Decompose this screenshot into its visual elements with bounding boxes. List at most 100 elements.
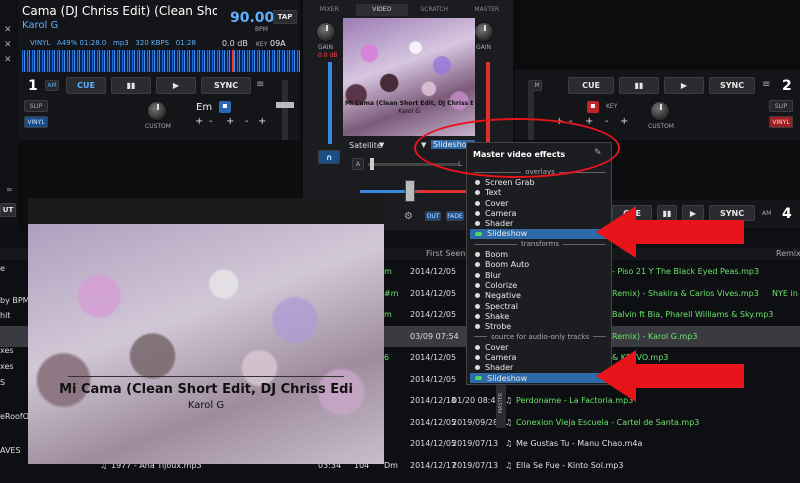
row-first-seen: 2014/12/05: [410, 267, 457, 277]
pause-button[interactable]: ▮▮: [619, 77, 659, 94]
gain-knob-right[interactable]: [474, 22, 494, 42]
lock-icon[interactable]: ▪: [219, 101, 231, 113]
fade-button[interactable]: FADE: [446, 211, 464, 221]
menu-item[interactable]: Cover: [470, 198, 610, 208]
close-icon[interactable]: ✕: [4, 25, 12, 35]
slip-button[interactable]: SLIP: [769, 100, 793, 112]
lock-icon[interactable]: ▪: [587, 101, 599, 113]
menu-item[interactable]: Camera: [470, 352, 610, 362]
annotation-arrow-head: [596, 206, 636, 258]
sync-button[interactable]: SYNC: [709, 77, 755, 94]
bullet-icon: [475, 252, 480, 258]
minus-icon[interactable]: -: [605, 116, 609, 127]
sync-button[interactable]: SYNC: [709, 205, 755, 221]
minus-icon[interactable]: -: [209, 116, 213, 127]
out-button[interactable]: UT: [0, 203, 16, 217]
menu-item-label: Shader: [485, 363, 514, 373]
deck-right-number: 2: [782, 78, 792, 94]
slip-button[interactable]: SLIP: [24, 100, 48, 112]
row-title: Remix) - Shakira & Carlos Vives.mp3: [612, 288, 759, 298]
column-first-seen[interactable]: First Seen: [426, 249, 465, 258]
menu-item[interactable]: Text: [470, 188, 610, 198]
menu-item[interactable]: Slideshow: [470, 228, 610, 240]
menu-item[interactable]: Cover: [470, 342, 610, 352]
headphones-icon[interactable]: ∩: [318, 150, 340, 164]
sync-button[interactable]: SYNC: [201, 77, 251, 94]
menu-item[interactable]: Screen Grab: [470, 177, 610, 187]
cue-button[interactable]: CUE: [66, 77, 106, 94]
minus-icon[interactable]: -: [245, 116, 249, 127]
pitch-slider-handle[interactable]: [276, 102, 294, 108]
menu-item[interactable]: Boom Auto: [470, 260, 610, 270]
play-button[interactable]: ▶: [156, 77, 196, 94]
custom-knob[interactable]: [650, 101, 670, 121]
video-crossfader-handle[interactable]: [370, 158, 374, 170]
video-window-artist: Karol G: [187, 400, 225, 411]
tab-master[interactable]: MASTER: [461, 4, 514, 16]
music-note-icon: ♫: [505, 439, 513, 449]
gain-label-right: GAIN: [476, 44, 492, 51]
menu-item-label: Spectral: [485, 301, 519, 311]
pause-button[interactable]: ▮▮: [111, 77, 151, 94]
plus-icon[interactable]: +: [195, 116, 203, 127]
vinyl-button[interactable]: VINYL: [24, 116, 48, 128]
tab-mixer[interactable]: MIXER: [303, 4, 356, 16]
video-window-titlebar[interactable]: [28, 198, 384, 224]
music-note-icon: ♫: [505, 396, 513, 406]
play-button[interactable]: ▶: [682, 205, 704, 221]
menu-item[interactable]: Strobe: [470, 322, 610, 332]
custom-knob[interactable]: [147, 101, 167, 121]
crossfader[interactable]: [360, 190, 470, 193]
menu-icon[interactable]: ≡: [762, 79, 770, 90]
menu-item[interactable]: Blur: [470, 270, 610, 280]
crossfader-handle[interactable]: [405, 180, 415, 202]
plus-icon[interactable]: +: [226, 116, 234, 127]
deck-left-bpm: 90.00: [230, 10, 275, 26]
side-tab-master[interactable]: MASTER: [496, 380, 506, 428]
menu-item[interactable]: Slideshow: [470, 373, 610, 384]
menu-item[interactable]: Camera: [470, 208, 610, 218]
annotation-arrow-head: [596, 350, 636, 402]
bullet-icon: [475, 262, 480, 268]
column-remix[interactable]: Remix: [776, 249, 800, 258]
bullet-icon: [475, 293, 480, 299]
menu-item[interactable]: Shake: [470, 311, 610, 321]
menu-item[interactable]: Shader: [470, 219, 610, 229]
gain-knob-left[interactable]: [316, 22, 336, 42]
play-button[interactable]: ▶: [664, 77, 704, 94]
tab-scratch[interactable]: SCRATCH: [408, 4, 461, 16]
mixer-tabs: MIXER VIDEO SCRATCH MASTER: [303, 4, 513, 16]
video-window-overlay: [28, 224, 384, 464]
chevron-down-icon[interactable]: ▼: [379, 141, 384, 149]
out-button[interactable]: OUT: [425, 211, 441, 221]
source-left-select[interactable]: Satellite: [349, 141, 382, 150]
row-first-seen: 2014/12/05: [410, 374, 457, 384]
cue-button[interactable]: CUE: [568, 77, 614, 94]
menu-item-label: Slideshow: [487, 373, 528, 383]
volume-fader-left[interactable]: [328, 62, 332, 144]
tap-button[interactable]: TAP: [273, 10, 297, 24]
pitch-slider[interactable]: [282, 80, 288, 140]
tab-video[interactable]: VIDEO: [355, 4, 408, 16]
close-icon[interactable]: ✕: [4, 40, 12, 50]
video-window[interactable]: Mi Cama (Clean Short Edit, DJ Chriss Edi…: [28, 198, 384, 464]
link-icon[interactable]: ∞: [6, 185, 13, 194]
plus-icon[interactable]: +: [620, 116, 628, 127]
menu-icon[interactable]: ≡: [256, 79, 264, 90]
close-icon[interactable]: ✕: [4, 55, 12, 65]
menu-item-label: Screen Grab: [485, 177, 535, 187]
menu-item[interactable]: Boom: [470, 249, 610, 259]
row-first-seen: 2014/12/05: [410, 310, 457, 320]
deck-left-waveform[interactable]: [22, 50, 300, 72]
menu-item[interactable]: Colorize: [470, 280, 610, 290]
pause-button[interactable]: ▮▮: [657, 205, 677, 221]
gear-icon[interactable]: ⚙: [404, 211, 413, 222]
menu-item[interactable]: Spectral: [470, 301, 610, 311]
menu-item[interactable]: Negative: [470, 291, 610, 301]
menu-item[interactable]: Shader: [470, 363, 610, 373]
a-button[interactable]: A: [352, 158, 364, 170]
deck-left-key-value: 09A: [270, 39, 286, 48]
plus-icon[interactable]: +: [258, 116, 266, 127]
vinyl-button[interactable]: VINYL: [769, 116, 793, 128]
am-button[interactable]: AM: [45, 80, 59, 91]
